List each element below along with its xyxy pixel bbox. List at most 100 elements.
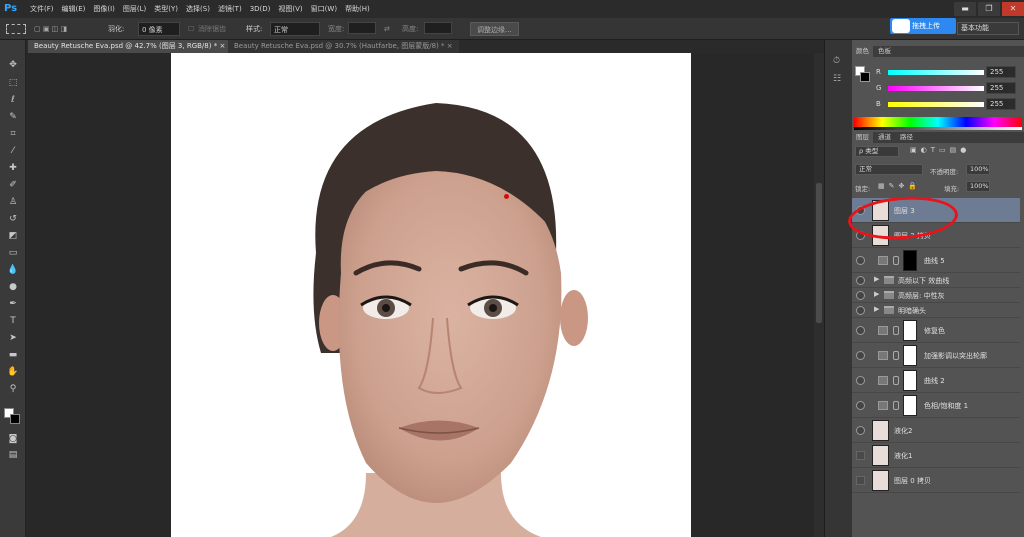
layer-row[interactable]: 修复色 [852,318,1020,343]
layer-group-row[interactable]: ▶ 高频以下 效曲线 [852,273,1020,288]
history-panel-icon[interactable]: ⏱ [833,56,840,66]
tab-close-icon[interactable]: × [219,42,225,50]
tab-document-2[interactable]: Beauty Retusche Eva.psd @ 30.7% (Hautfar… [228,40,459,53]
expand-arrow-icon[interactable]: ▶ [874,290,879,298]
eye-icon[interactable] [856,476,865,485]
red-channel-bar[interactable] [888,70,984,75]
eye-icon[interactable] [856,291,865,300]
menu-view[interactable]: 视图(V) [274,0,306,18]
eye-icon[interactable] [856,326,865,335]
layer-row[interactable]: 色相/饱和度 1 [852,393,1020,418]
height-input[interactable] [424,22,452,34]
menu-edit[interactable]: 编辑(E) [58,0,90,18]
layer-mask-thumbnail[interactable] [903,250,917,271]
layer-row[interactable]: 液化1 [852,443,1020,468]
layer-mask-thumbnail[interactable] [903,345,917,366]
document-canvas[interactable] [171,53,691,537]
antialias-checkbox[interactable]: ☐ [188,22,194,36]
eye-icon[interactable] [856,306,865,315]
blur-tool-icon[interactable]: 💧 [5,263,21,277]
eye-icon[interactable] [856,351,865,360]
eyedropper-icon[interactable]: ⁄ [5,144,21,158]
type-tool-icon[interactable]: T [5,314,21,328]
layer-group-row[interactable]: ▶ 高频层: 中性灰 [852,288,1020,303]
layer-filter-icons[interactable]: ▣◐T▭▤● [910,146,970,154]
menu-window[interactable]: 窗口(W) [307,0,341,18]
eye-icon[interactable] [856,451,865,460]
restore-button[interactable]: ❐ [978,2,1000,16]
eye-icon[interactable] [856,276,865,285]
blue-channel-slider[interactable]: B 255 [876,98,1024,112]
path-selection-icon[interactable]: ➤ [5,331,21,345]
layer-mask-thumbnail[interactable] [903,395,917,416]
expand-arrow-icon[interactable]: ▶ [874,275,879,283]
tab-layers[interactable]: 图层 [852,132,873,143]
green-channel-slider[interactable]: G 255 [876,82,1024,96]
layer-row[interactable]: 液化2 [852,418,1020,443]
green-channel-bar[interactable] [888,86,984,91]
zoom-tool-icon[interactable]: ⚲ [5,382,21,396]
move-tool-icon[interactable]: ✥ [5,58,21,72]
brush-tool-icon[interactable]: ✐ [5,178,21,192]
clone-stamp-icon[interactable]: ♙ [5,195,21,209]
red-channel-value[interactable]: 255 [986,66,1016,78]
color-spectrum-ramp[interactable] [854,117,1022,127]
tab-close-icon[interactable]: × [447,42,453,50]
properties-panel-icon[interactable]: ☷ [833,74,841,84]
menu-image[interactable]: 图像(I) [89,0,119,18]
opacity-input[interactable]: 100% [966,164,990,175]
gradient-tool-icon[interactable]: ▭ [5,246,21,260]
tab-swatches[interactable]: 色板 [874,46,895,57]
refine-edge-button[interactable]: 调整边缘... [470,22,519,36]
layer-row[interactable]: 曲线 2 [852,368,1020,393]
swap-icon[interactable]: ⇄ [384,22,390,36]
layer-row[interactable]: 图层 0 拷贝 [852,468,1020,493]
menu-file[interactable]: 文件(F) [26,0,58,18]
background-color-swatch[interactable] [10,414,20,424]
tab-channels[interactable]: 通道 [874,132,895,143]
style-select[interactable]: 正常 [270,22,320,36]
menu-help[interactable]: 帮助(H) [341,0,374,18]
eye-icon[interactable] [856,256,865,265]
blue-channel-bar[interactable] [888,102,984,107]
quick-selection-icon[interactable]: ✎ [5,110,21,124]
upload-button[interactable]: 拖拽上传 [890,18,956,34]
green-channel-value[interactable]: 255 [986,82,1016,94]
layer-group-row[interactable]: ▶ 明暗确头 [852,303,1020,318]
healing-brush-icon[interactable]: ✚ [5,161,21,175]
menu-3d[interactable]: 3D(D) [246,0,275,18]
eye-icon[interactable] [856,376,865,385]
menu-select[interactable]: 选择(S) [182,0,214,18]
marquee-tool-preset-icon[interactable] [6,24,26,34]
menu-type[interactable]: 类型(Y) [150,0,182,18]
layer-mask-thumbnail[interactable] [903,320,917,341]
menu-filter[interactable]: 滤镜(T) [214,0,246,18]
eraser-icon[interactable]: ◩ [5,229,21,243]
feather-input[interactable]: 0 像素 [138,22,180,36]
tab-document-1[interactable]: Beauty Retusche Eva.psd @ 42.7% (图层 3, R… [28,40,232,53]
tab-color[interactable]: 颜色 [852,46,873,57]
blend-mode-select[interactable]: 正常 [855,164,923,175]
screen-mode-icon[interactable]: ▤ [5,448,21,462]
layer-filter-select[interactable]: ρ 类型 [855,146,899,157]
tab-paths[interactable]: 路径 [896,132,917,143]
scrollbar-thumb[interactable] [816,183,822,323]
fill-input[interactable]: 100% [966,181,990,192]
grayscale-ramp[interactable] [854,127,1022,130]
hand-tool-icon[interactable]: ✋ [5,365,21,379]
pen-tool-icon[interactable]: ✒ [5,297,21,311]
canvas-vertical-scrollbar[interactable] [814,53,824,537]
dodge-tool-icon[interactable]: ● [5,280,21,294]
quick-mask-icon[interactable]: ◙ [5,432,21,446]
shape-tool-icon[interactable]: ▬ [5,348,21,362]
minimize-button[interactable]: ▬ [954,2,976,16]
color-background-swatch[interactable] [860,72,870,82]
lock-icons[interactable]: ▦✎✥🔒 [878,182,921,190]
eye-icon[interactable] [856,426,865,435]
width-input[interactable] [348,22,376,34]
blue-channel-value[interactable]: 255 [986,98,1016,110]
rectangular-marquee-icon[interactable]: ⬚ [5,76,21,90]
layer-mask-thumbnail[interactable] [903,370,917,391]
layer-row[interactable]: 加强影调以突出轮廓 [852,343,1020,368]
eye-icon[interactable] [856,401,865,410]
